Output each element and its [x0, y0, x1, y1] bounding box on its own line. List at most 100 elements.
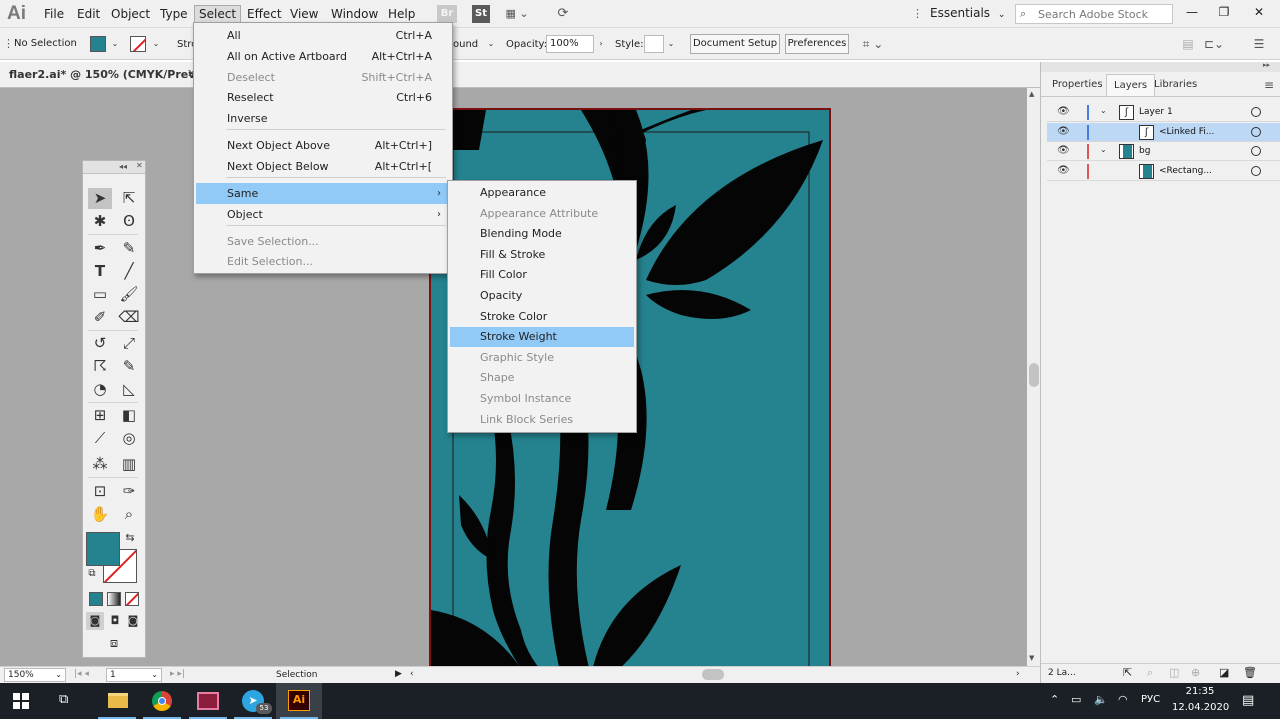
clock-time[interactable]: 21:35 — [1180, 686, 1220, 697]
workspace-switcher[interactable]: Essentials ⌄ — [930, 6, 1005, 20]
symbol-sprayer-tool-icon[interactable]: ⁂ — [88, 454, 112, 475]
shape-builder-tool-icon[interactable]: ◔ — [88, 379, 112, 400]
select-menu-item-all-on-active-artboard[interactable]: All on Active Artboard Alt+Ctrl+A — [196, 46, 450, 67]
target-circle-icon[interactable] — [1251, 126, 1261, 137]
collapse-icon[interactable]: ◂◂ — [119, 162, 127, 171]
magic-wand-tool-icon[interactable]: ✱ — [88, 211, 112, 232]
paintbrush-tool-icon[interactable]: 🖌 — [117, 284, 141, 305]
eraser-tool-icon[interactable]: ⌫ — [117, 307, 141, 328]
horizontal-scroll-thumb[interactable] — [702, 669, 724, 680]
menu-view[interactable]: View — [286, 5, 322, 23]
layer-row[interactable]: 👁 <Rectang... — [1047, 162, 1280, 181]
eyedropper-tool-icon[interactable]: ⟋ — [88, 428, 112, 449]
vertical-scroll-thumb[interactable] — [1029, 363, 1039, 387]
select-menu-item-object[interactable]: Object › — [196, 204, 450, 225]
swap-colors-icon[interactable]: ⇆ — [122, 530, 138, 546]
gradient-mode-icon[interactable] — [107, 592, 121, 606]
hand-tool-icon[interactable]: ✋ — [88, 504, 112, 525]
scroll-right-icon[interactable]: › — [1016, 669, 1020, 679]
taskbar-chrome[interactable] — [139, 683, 185, 719]
network-icon[interactable]: ◠ — [1118, 693, 1128, 706]
same-menu-item-fill-color[interactable]: Fill Color — [450, 265, 634, 285]
menu-file[interactable]: File — [40, 5, 68, 23]
same-menu-item-appearance-attribute[interactable]: Appearance Attribute — [450, 204, 634, 224]
menu-help[interactable]: Help — [384, 5, 419, 23]
select-menu-item-all[interactable]: All Ctrl+A — [196, 25, 450, 46]
vertical-scrollbar[interactable]: ▲ ▼ — [1027, 88, 1040, 666]
select-menu-item-next-object-below[interactable]: Next Object Below Alt+Ctrl+[ — [196, 156, 450, 177]
close-button[interactable]: ✕ — [1242, 2, 1276, 22]
opacity-label[interactable]: Opacity: — [506, 39, 547, 50]
scale-tool-icon[interactable]: ⤢ — [117, 333, 141, 354]
same-menu-item-fill-stroke[interactable]: Fill & Stroke — [450, 245, 634, 265]
direct-selection-tool-icon[interactable]: ⇱ — [117, 188, 141, 209]
target-circle-icon[interactable] — [1251, 165, 1261, 176]
select-menu-item-edit-selection[interactable]: Edit Selection... — [196, 251, 450, 272]
panel-menu-icon[interactable]: ≡ — [1264, 78, 1274, 92]
mesh-tool-icon[interactable]: ⊞ — [88, 405, 112, 426]
taskbar-explorer[interactable] — [94, 683, 140, 719]
document-setup-button[interactable]: Document Setup — [690, 34, 780, 54]
select-menu-item-save-selection[interactable]: Save Selection... — [196, 231, 450, 252]
visibility-eye-icon[interactable]: 👁 — [1057, 145, 1070, 156]
puppet-warp-tool-icon[interactable]: ✎ — [117, 356, 141, 377]
color-mode-icon[interactable] — [89, 592, 103, 606]
battery-icon[interactable]: ▭ — [1071, 693, 1081, 706]
expand-layer-icon[interactable]: ⌄ — [1100, 145, 1107, 154]
collapse-icon[interactable]: ▸▸ — [1263, 61, 1270, 69]
tools-panel-header[interactable]: ◂◂ ✕ — [83, 161, 145, 174]
new-sublayer-icon[interactable]: ⊕ — [1191, 666, 1200, 679]
profile-dropdown-icon[interactable]: ⌄ — [484, 36, 498, 52]
same-menu-item-graphic-style[interactable]: Graphic Style — [450, 348, 634, 368]
type-tool-icon[interactable]: T — [88, 261, 112, 282]
stroke-swatch[interactable] — [130, 36, 146, 52]
delete-layer-icon[interactable]: 🗑 — [1243, 666, 1257, 679]
align-icon[interactable]: ▤ — [1178, 35, 1198, 53]
same-menu-item-link-block-series[interactable]: Link Block Series — [450, 410, 634, 430]
selection-tool-icon[interactable]: ➤ — [88, 188, 112, 209]
taskbar-telegram[interactable]: ➤ 53 — [230, 683, 276, 719]
same-menu-item-stroke-weight[interactable]: Stroke Weight — [450, 327, 634, 348]
same-menu-item-blending-mode[interactable]: Blending Mode — [450, 224, 634, 244]
app-logo[interactable]: Ai — [7, 3, 26, 25]
layer-name[interactable]: bg — [1139, 146, 1150, 156]
menu-window[interactable]: Window — [327, 5, 382, 23]
visibility-eye-icon[interactable]: 👁 — [1057, 126, 1070, 137]
clipping-mask-icon[interactable]: ◫ — [1169, 666, 1179, 679]
layer-name[interactable]: <Linked Fi... — [1159, 127, 1214, 137]
notifications-icon[interactable]: ▤ — [1242, 693, 1254, 708]
zoom-level-field[interactable]: 150% ⌄ — [4, 668, 66, 682]
taskbar-illustrator[interactable]: Ai — [276, 683, 322, 719]
menu-select[interactable]: Select — [194, 5, 242, 23]
export-icon[interactable]: ⇱ — [1123, 666, 1132, 679]
volume-icon[interactable]: 🔈 — [1094, 693, 1108, 706]
menu-object[interactable]: Object — [107, 5, 154, 23]
scroll-left-icon[interactable]: ‹ — [410, 669, 414, 679]
taskbar-video-editor[interactable] — [185, 683, 231, 719]
default-colors-icon[interactable]: ⧉ — [84, 566, 100, 582]
transform-icon[interactable]: ⊏⌄ — [1203, 35, 1225, 53]
warp-tool-icon[interactable]: ☈ — [88, 356, 112, 377]
layer-row[interactable]: 👁 ⌄ bg — [1047, 142, 1280, 161]
new-layer-icon[interactable]: ◪ — [1219, 666, 1229, 679]
target-circle-icon[interactable] — [1251, 146, 1261, 156]
blend-tool-icon[interactable]: ◎ — [117, 428, 141, 449]
gpu-performance-icon[interactable]: ⟳ — [552, 5, 574, 23]
zoom-tool-icon[interactable]: ⌕ — [117, 504, 141, 525]
same-menu-item-symbol-instance[interactable]: Symbol Instance — [450, 389, 634, 409]
draw-inside-icon[interactable]: ◙ — [124, 612, 142, 630]
preferences-button[interactable]: Preferences — [785, 34, 849, 54]
show-hidden-icons-icon[interactable]: ⌃ — [1050, 693, 1059, 706]
draw-normal-icon[interactable]: ◙ — [86, 612, 104, 630]
column-graph-tool-icon[interactable]: ▥ — [117, 454, 141, 475]
curvature-tool-icon[interactable]: ✎ — [117, 238, 141, 259]
style-swatch[interactable] — [644, 35, 664, 53]
panel-dock-header[interactable]: ▸▸ — [1041, 61, 1280, 72]
locate-object-icon[interactable]: ⌕ — [1147, 666, 1153, 680]
pen-tool-icon[interactable]: ✒ — [88, 238, 112, 259]
expand-layer-icon[interactable]: ⌄ — [1100, 106, 1107, 115]
language-indicator[interactable]: РУС — [1141, 694, 1160, 705]
menu-effect[interactable]: Effect — [243, 5, 286, 23]
minimize-button[interactable]: — — [1175, 2, 1209, 22]
line-tool-icon[interactable]: ╱ — [117, 261, 141, 282]
